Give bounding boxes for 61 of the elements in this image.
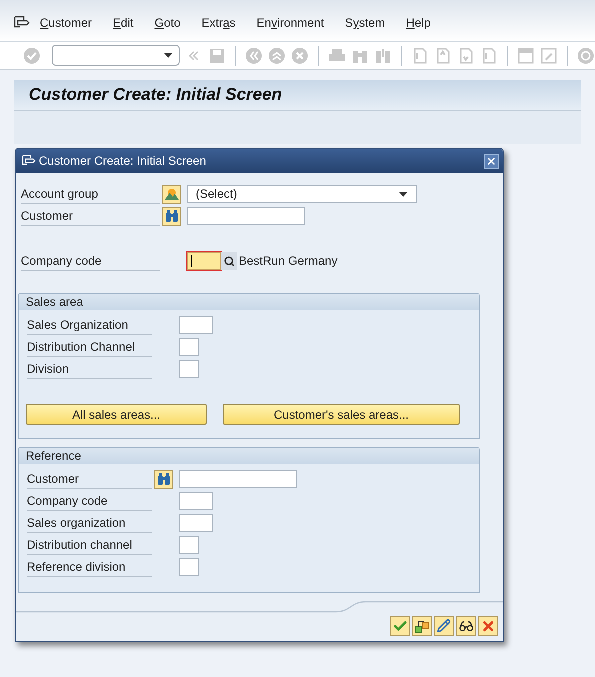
input-field[interactable]: [179, 470, 297, 488]
menu-item[interactable]: Edit: [113, 14, 134, 32]
field-label: Distribution channel: [27, 535, 152, 555]
field-label: Customer: [27, 469, 152, 489]
menu-item[interactable]: Help: [406, 14, 431, 32]
menu-icon[interactable]: [14, 16, 30, 30]
field-label: Sales organization: [27, 513, 152, 533]
menu-item[interactable]: Goto: [154, 14, 181, 32]
screen-title: Customer Create: Initial Screen: [29, 84, 282, 106]
exit-icon[interactable]: [268, 46, 286, 64]
check-icon[interactable]: [23, 46, 41, 64]
group-title: Sales area: [26, 294, 84, 311]
close-icon: [486, 156, 497, 166]
field-label: Sales Organization: [27, 315, 152, 335]
field-label: Division: [27, 359, 152, 379]
caret-icon: [399, 192, 408, 196]
group-title: Reference: [26, 448, 82, 465]
input-field[interactable]: [179, 536, 199, 554]
input-field[interactable]: [179, 316, 213, 334]
binoculars-icon[interactable]: [154, 470, 173, 488]
input-field[interactable]: [179, 360, 199, 378]
company-name: BestRun Germany: [239, 253, 338, 270]
mountain-icon[interactable]: [162, 184, 181, 204]
binoculars-icon[interactable]: [162, 206, 181, 226]
field-label: Distribution Channel: [27, 337, 152, 357]
new-window-icon[interactable]: [517, 46, 536, 64]
shortcut-icon[interactable]: [540, 46, 558, 64]
input-field[interactable]: [179, 514, 213, 532]
input-field[interactable]: [179, 492, 213, 510]
input-field[interactable]: [179, 558, 199, 576]
input-field[interactable]: [187, 207, 305, 225]
menu-item[interactable]: Environment: [256, 14, 324, 32]
boxes-icon[interactable]: [412, 616, 432, 636]
back-icon[interactable]: [245, 46, 264, 64]
menu-item[interactable]: Extras: [202, 14, 236, 32]
caret-icon[interactable]: [164, 53, 174, 58]
check-icon[interactable]: [390, 616, 410, 636]
menu-item[interactable]: Customer: [40, 14, 92, 32]
window-icon: [22, 155, 36, 167]
help-icon[interactable]: [576, 46, 595, 64]
find-next-icon[interactable]: [374, 46, 392, 64]
dialog-title: Customer Create: Initial Screen: [39, 153, 206, 170]
pencil-icon[interactable]: [434, 616, 454, 636]
field-label: Account group: [21, 184, 160, 204]
menu-item[interactable]: System: [345, 14, 386, 32]
sales-areas-button[interactable]: All sales areas...: [26, 404, 207, 425]
search-icon[interactable]: [221, 252, 237, 270]
cancel-icon[interactable]: [291, 46, 310, 64]
field-label: Reference division: [27, 557, 152, 577]
glasses-icon[interactable]: [456, 616, 476, 636]
close-button[interactable]: [484, 154, 499, 168]
command-field[interactable]: [52, 45, 180, 66]
account-group-dropdown[interactable]: (Select): [187, 185, 417, 203]
sales-areas-button[interactable]: Customer's sales areas...: [223, 404, 460, 425]
input-field[interactable]: [187, 252, 221, 270]
cancel-icon[interactable]: [478, 616, 498, 636]
input-field[interactable]: [179, 338, 199, 356]
save-icon[interactable]: [208, 46, 226, 64]
field-label: Customer: [21, 206, 160, 226]
field-label: Company code: [27, 491, 152, 511]
field-label: Company code: [21, 251, 160, 271]
